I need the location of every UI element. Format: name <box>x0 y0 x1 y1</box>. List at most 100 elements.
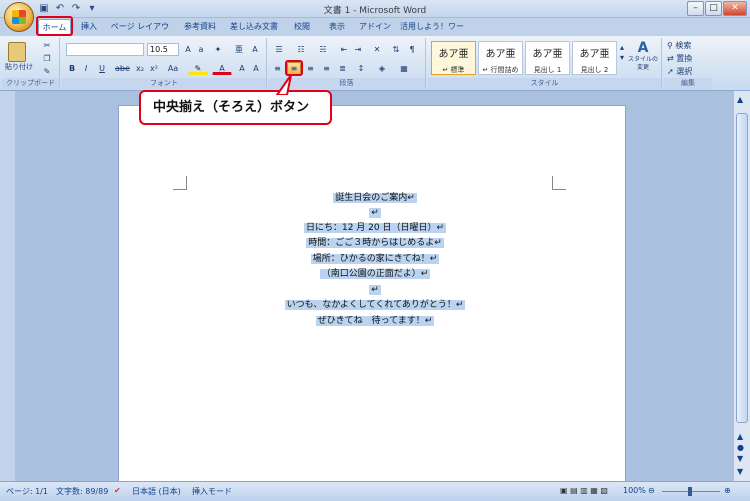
tab-custom[interactable]: 活用しよう！ワード <box>400 19 464 47</box>
tab-mailings[interactable]: 差し込み文書 <box>229 19 279 36</box>
window-controls: – □ ✕ <box>687 1 747 16</box>
distributed-icon[interactable]: ≣ <box>336 62 349 75</box>
status-bar: ページ: 1/1 文字数: 89/89 ✔ 日本語 (日本) 挿入モード ▣ ▤… <box>0 481 750 501</box>
style-name: 見出し 2 <box>580 66 609 74</box>
line-text: ↵ <box>369 285 381 295</box>
strikethrough-icon[interactable]: abe <box>114 62 130 75</box>
style-name: ↵ 標準 <box>442 66 465 74</box>
zoom-out-icon[interactable]: ⊖ <box>648 486 655 495</box>
editing-group-label: 編集 <box>664 78 712 89</box>
find-icon: ⚲ <box>667 41 673 50</box>
document-line[interactable]: 時間：ごご３時からはじめるよ↵ <box>0 236 750 250</box>
highlight-icon[interactable]: ✎ <box>188 62 208 75</box>
tab-addins[interactable]: アドイン <box>358 19 392 36</box>
superscript-icon[interactable]: x² <box>148 62 160 75</box>
increase-indent-icon[interactable]: ⇥ <box>352 43 364 56</box>
borders-icon[interactable]: ▦ <box>394 62 414 75</box>
font-name-input[interactable] <box>66 43 144 56</box>
change-styles-button[interactable]: A スタイルの変更 <box>628 40 658 72</box>
subscript-icon[interactable]: x₂ <box>134 62 146 75</box>
tab-review[interactable]: 校閲 <box>290 19 314 36</box>
asian-layout-icon[interactable]: ✕ <box>368 43 386 56</box>
sort-icon[interactable]: ⇅ <box>390 43 402 56</box>
cut-icon[interactable]: ✂ <box>40 39 54 52</box>
char-border-icon[interactable]: A <box>250 62 262 75</box>
find-button[interactable]: ⚲ 検索 <box>666 39 710 52</box>
style-normal[interactable]: あア亜 ↵ 標準 <box>431 41 476 75</box>
style-heading-2[interactable]: あア亜 見出し 2 <box>572 41 617 75</box>
close-button[interactable]: ✕ <box>723 1 747 16</box>
shrink-font-icon[interactable]: a <box>195 43 207 56</box>
tab-view[interactable]: 表示 <box>325 19 349 36</box>
align-right-icon[interactable]: ≡ <box>304 62 317 75</box>
document-line[interactable]: 誕生日会のご案内↵ <box>0 191 750 205</box>
ruby-icon[interactable]: 亜 <box>232 43 246 56</box>
style-sample: あア亜 <box>579 49 610 60</box>
grow-font-icon[interactable]: A <box>182 43 194 56</box>
change-styles-icon: A <box>637 40 649 56</box>
document-line[interactable]: 日にち：12 月 20 日（日曜日）↵ <box>0 221 750 235</box>
line-text: 日にち：12 月 20 日（日曜日）↵ <box>303 223 447 233</box>
status-page[interactable]: ページ: 1/1 <box>6 486 48 497</box>
change-case-icon[interactable]: Aa <box>164 62 182 75</box>
style-no-spacing[interactable]: あア亜 ↵ 行間詰め <box>478 41 523 75</box>
style-name: 見出し 1 <box>533 66 562 74</box>
office-button[interactable] <box>4 2 34 32</box>
document-line[interactable]: （南口公園の正面だよ）↵ <box>0 267 750 281</box>
numbering-icon[interactable]: ☷ <box>292 43 310 56</box>
font-color-icon[interactable]: A <box>212 62 232 75</box>
format-painter-icon[interactable]: ✎ <box>40 65 54 78</box>
document-line[interactable]: ぜひきてね 待ってます！↵ <box>0 314 750 328</box>
font-size-input[interactable]: 10.5 <box>147 43 179 56</box>
italic-icon[interactable]: I <box>80 62 92 75</box>
tab-insert[interactable]: 挿入 <box>76 19 102 36</box>
style-heading-1[interactable]: あア亜 見出し 1 <box>525 41 570 75</box>
bold-icon[interactable]: B <box>66 62 78 75</box>
tab-page-layout[interactable]: ページ レイアウト <box>110 19 170 47</box>
styles-group-label: スタイル <box>428 78 661 89</box>
status-language[interactable]: 日本語 (日本) <box>132 486 181 497</box>
scroll-up-icon[interactable]: ▲ <box>737 95 743 104</box>
paragraph-shading-icon[interactable]: ◈ <box>372 62 392 75</box>
document-line[interactable]: ↵ <box>0 283 750 297</box>
replace-button[interactable]: ⇄ 置換 <box>666 52 710 65</box>
replace-label: 置換 <box>676 54 693 63</box>
zoom-slider-thumb[interactable] <box>688 487 692 496</box>
enclose-icon[interactable]: A <box>248 43 262 56</box>
line-spacing-icon[interactable]: ↕ <box>352 62 370 75</box>
paste-icon[interactable] <box>8 42 26 62</box>
document-line[interactable]: いつも、なかよくしてくれてありがとう！↵ <box>0 298 750 312</box>
shading-icon[interactable]: A <box>236 62 248 75</box>
select-button[interactable]: ➚ 選択 <box>666 65 710 78</box>
decrease-indent-icon[interactable]: ⇤ <box>338 43 350 56</box>
minimize-button[interactable]: – <box>687 1 704 16</box>
vertical-scrollbar[interactable]: ▲ ▲ ● ▼ ▼ <box>733 91 750 481</box>
select-icon: ➚ <box>667 67 674 76</box>
change-styles-label: スタイルの変更 <box>628 56 659 71</box>
status-insert-mode[interactable]: 挿入モード <box>192 486 232 497</box>
multilevel-list-icon[interactable]: ☵ <box>314 43 332 56</box>
style-sample: あア亜 <box>485 49 516 60</box>
ribbon-tabs: ホーム 挿入 ページ レイアウト 参考資料 差し込み文書 校閲 表示 アドイン … <box>0 18 750 47</box>
styles-scroll-icon[interactable]: ▴ ▾ <box>618 42 626 72</box>
maximize-button[interactable]: □ <box>705 1 722 16</box>
underline-icon[interactable]: U <box>94 62 110 75</box>
status-word-count[interactable]: 文字数: 89/89 <box>56 486 108 497</box>
tab-references[interactable]: 参考資料 <box>180 19 220 36</box>
show-marks-icon[interactable]: ¶ <box>406 43 418 56</box>
clear-format-icon[interactable]: ✦ <box>211 43 225 56</box>
scroll-down-icon[interactable]: ▼ <box>737 467 743 476</box>
scroll-thumb[interactable] <box>736 113 748 423</box>
zoom-level[interactable]: 100% <box>623 486 646 495</box>
bullets-icon[interactable]: ☰ <box>270 43 288 56</box>
copy-icon[interactable]: ❐ <box>40 52 54 65</box>
document-line[interactable]: ↵ <box>0 206 750 220</box>
proofing-icon[interactable]: ✔ <box>114 486 121 495</box>
view-buttons-icon[interactable]: ▣ ▤ ▥ ▦ ▧ <box>560 486 608 495</box>
page-nav-icon[interactable]: ▲ ● ▼ <box>737 431 744 464</box>
document-line[interactable]: 場所：ひかるの家にきてね！↵ <box>0 252 750 266</box>
zoom-in-icon[interactable]: ⊕ <box>724 486 731 495</box>
line-text: ぜひきてね 待ってます！↵ <box>315 316 435 326</box>
justify-icon[interactable]: ≡ <box>320 62 333 75</box>
paste-button[interactable]: 貼り付け <box>3 62 35 72</box>
